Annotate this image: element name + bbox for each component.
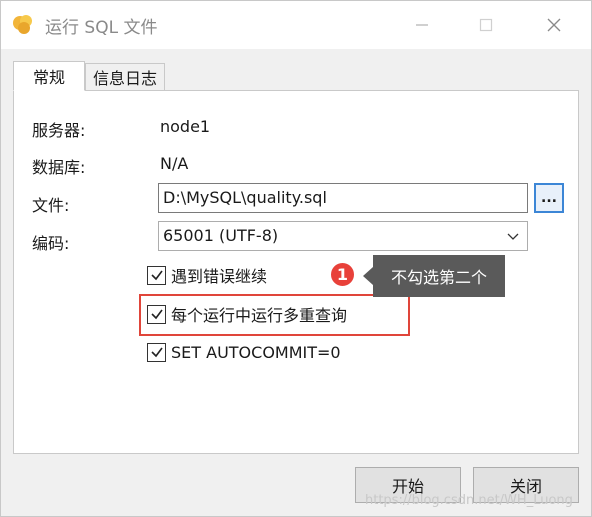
- run-sql-file-dialog: 运行 SQL 文件 常规 信息日志 服务器: node1 数据库: N/A 文件…: [0, 0, 592, 517]
- encoding-value: 65001 (UTF-8): [163, 226, 279, 245]
- encoding-select[interactable]: 65001 (UTF-8): [158, 221, 528, 251]
- window-title: 运行 SQL 文件: [45, 18, 158, 38]
- close-icon: [547, 18, 561, 32]
- maximize-button[interactable]: [463, 1, 509, 49]
- checkbox[interactable]: [147, 342, 166, 362]
- option-continue-on-error[interactable]: 遇到错误继续: [147, 264, 267, 286]
- option-set-autocommit[interactable]: SET AUTOCOMMIT=0: [147, 341, 341, 363]
- step-number-badge: 1: [329, 261, 356, 288]
- checkbox[interactable]: [147, 265, 166, 285]
- browse-button[interactable]: ...: [534, 183, 564, 213]
- file-label: 文件:: [32, 196, 70, 215]
- title-bar[interactable]: 运行 SQL 文件: [1, 1, 591, 49]
- annotation-highlight-box: [139, 294, 410, 336]
- file-path-input[interactable]: D:\MySQL\quality.sql: [158, 183, 528, 213]
- checkmark-icon: [150, 270, 163, 281]
- tab-general[interactable]: 常规: [13, 61, 85, 91]
- minimize-icon: [416, 24, 428, 26]
- tab-info-log[interactable]: 信息日志: [85, 63, 165, 91]
- leaf-logo-icon: [13, 15, 32, 34]
- close-window-button[interactable]: [531, 1, 577, 49]
- option-label: SET AUTOCOMMIT=0: [171, 342, 341, 362]
- encoding-label: 编码:: [32, 234, 70, 253]
- checkmark-icon: [150, 347, 163, 358]
- server-label: 服务器:: [32, 121, 86, 140]
- maximize-icon: [479, 18, 493, 32]
- watermark-text: https://blog.csdn.net/WH_Luong: [365, 493, 573, 508]
- server-value: node1: [160, 117, 211, 136]
- chevron-down-icon: [507, 233, 519, 240]
- database-value: N/A: [160, 154, 189, 173]
- annotation-tooltip: 不勾选第二个: [373, 255, 505, 297]
- option-label: 遇到错误继续: [171, 267, 268, 286]
- minimize-button[interactable]: [399, 1, 445, 49]
- tooltip-arrow: [363, 267, 373, 285]
- database-label: 数据库:: [32, 158, 86, 177]
